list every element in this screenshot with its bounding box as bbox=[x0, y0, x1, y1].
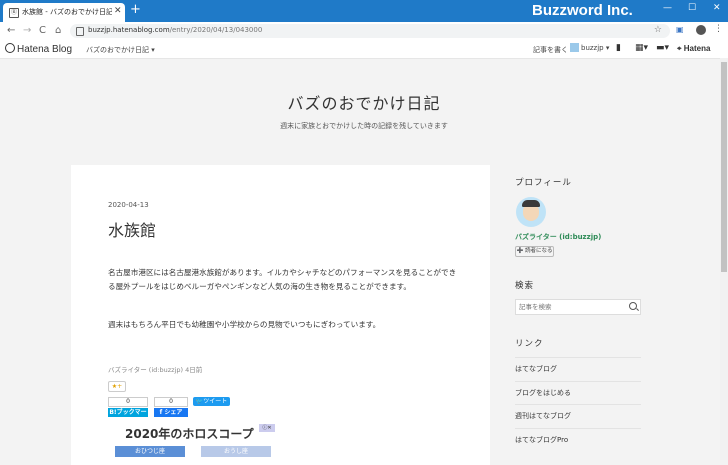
facebook-share-button[interactable]: f シェア bbox=[154, 408, 188, 417]
ad-choices-icon[interactable]: ⓘ✕ bbox=[259, 424, 275, 432]
add-star-button[interactable]: ★+ bbox=[108, 381, 126, 392]
ad-option-right[interactable]: おうし座 bbox=[201, 446, 271, 457]
close-window-button[interactable]: ✕ bbox=[713, 3, 721, 13]
lock-icon bbox=[76, 27, 84, 36]
page-scrollbar[interactable] bbox=[720, 58, 728, 460]
article: 2020-04-13 水族館 名古屋市港区には名古屋港水族館があります。イルカや… bbox=[71, 165, 490, 465]
entry-footer-meta[interactable]: バズライター (id:buzzjp) 4日前 bbox=[108, 364, 202, 374]
facebook-share[interactable]: 0 f シェア bbox=[154, 397, 188, 417]
extension-icon[interactable]: ▣ bbox=[676, 25, 684, 34]
tweet-button[interactable]: 🐦ツイート bbox=[193, 397, 230, 406]
profile-heading: プロフィール bbox=[515, 178, 572, 188]
browser-tab[interactable]: Ⓑ 水族館 - バズのおでかけ日記 ✕ bbox=[3, 3, 125, 22]
url-text: buzzjp.hatenablog.com/entry/2020/04/13/0… bbox=[88, 26, 263, 34]
brand-watermark: Buzzword Inc. bbox=[532, 2, 633, 19]
profile-avatar[interactable] bbox=[516, 197, 546, 227]
profile-username[interactable]: バズライター (id:buzzjp) bbox=[515, 232, 601, 242]
tab-close-icon[interactable]: ✕ bbox=[114, 6, 122, 16]
url-field[interactable]: buzzjp.hatenablog.com/entry/2020/04/13/0… bbox=[70, 24, 670, 38]
browser-titlebar: Ⓑ 水族館 - バズのおでかけ日記 ✕ + Buzzword Inc. — ☐ … bbox=[0, 0, 728, 22]
blog-description: 週末に家族とおでかけした時の記録を残していきます bbox=[280, 122, 448, 130]
links-list: はてなブログ ブログをはじめる 週刊はてなブログ はてなブログPro bbox=[515, 357, 641, 451]
link-item[interactable]: はてなブログ bbox=[515, 357, 641, 381]
hatena-link[interactable]: ⌖ Hatena bbox=[677, 44, 710, 54]
hatena-global-bar: Hatena Blog バズのおでかけ日記 ▾ 記事を書く buzzjp ▾ ▮… bbox=[0, 40, 728, 59]
subscribe-button[interactable]: ➕ 読者になる bbox=[515, 246, 554, 257]
entry-title[interactable]: 水族館 bbox=[108, 217, 156, 241]
search-icon[interactable] bbox=[629, 302, 637, 310]
blog-title[interactable]: バズのおでかけ日記 bbox=[0, 90, 728, 114]
entry-paragraph: 名古屋市港区には名古屋港水族館があります。イルカやシャチなどのパフォーマンスを見… bbox=[108, 268, 457, 291]
ad-option-left[interactable]: おひつじ座 bbox=[115, 446, 185, 457]
hatena-bookmark-share[interactable]: 0 B!ブックマーク bbox=[108, 397, 148, 425]
avatar-hair bbox=[522, 200, 540, 207]
bookmark-icon[interactable]: ▮ bbox=[616, 43, 621, 53]
hatena-blog-logo[interactable]: Hatena Blog bbox=[5, 43, 72, 55]
reload-icon[interactable]: C bbox=[39, 25, 46, 36]
notification-icon[interactable]: ▬▾ bbox=[656, 43, 669, 53]
link-item[interactable]: ブログをはじめる bbox=[515, 380, 641, 405]
search-heading: 検索 bbox=[515, 281, 535, 291]
write-entry-link[interactable]: 記事を書く bbox=[533, 45, 568, 55]
address-bar: ← → C ⌂ buzzjp.hatenablog.com/entry/2020… bbox=[0, 22, 728, 41]
entry-paragraph: 週末はもちろん平日でも幼稚園や小学校からの見物でいつもにぎわっています。 bbox=[108, 320, 381, 329]
back-icon[interactable]: ← bbox=[7, 25, 15, 36]
share-count: 0 bbox=[154, 397, 188, 407]
profile-icon[interactable] bbox=[696, 25, 706, 35]
ad-title: 2020年のホロスコープ bbox=[125, 427, 254, 441]
entry-date[interactable]: 2020-04-13 bbox=[108, 201, 149, 209]
browser-menu-icon[interactable]: ⋮ bbox=[714, 24, 723, 34]
link-item[interactable]: 週刊はてなブログ bbox=[515, 404, 641, 428]
user-avatar bbox=[570, 43, 579, 52]
bookmark-star-icon[interactable]: ☆ bbox=[654, 25, 662, 35]
blog-menu[interactable]: バズのおでかけ日記 ▾ bbox=[86, 45, 155, 55]
favicon-icon: Ⓑ bbox=[9, 8, 19, 18]
search-box bbox=[515, 299, 641, 315]
scrollbar-thumb[interactable] bbox=[721, 62, 727, 272]
maximize-button[interactable]: ☐ bbox=[688, 3, 696, 13]
home-icon[interactable]: ⌂ bbox=[55, 25, 61, 36]
forward-icon[interactable]: → bbox=[23, 25, 31, 36]
links-heading: リンク bbox=[515, 339, 544, 349]
search-input[interactable] bbox=[519, 303, 619, 311]
advertisement[interactable]: 2020年のホロスコープ ⓘ✕ おひつじ座 おうし座 bbox=[115, 424, 277, 462]
link-item[interactable]: はてなブログPro bbox=[515, 427, 641, 452]
minimize-button[interactable]: — bbox=[663, 3, 672, 13]
apps-grid-icon[interactable]: ▦▾ bbox=[635, 43, 648, 53]
hatena-logo-icon bbox=[5, 43, 15, 53]
user-menu[interactable]: buzzjp ▾ bbox=[570, 43, 609, 54]
tab-title: 水族館 - バズのおでかけ日記 bbox=[22, 8, 112, 16]
new-tab-button[interactable]: + bbox=[130, 3, 141, 17]
hatena-bookmark-button[interactable]: B!ブックマーク bbox=[108, 408, 148, 425]
bookmark-count: 0 bbox=[108, 397, 148, 407]
